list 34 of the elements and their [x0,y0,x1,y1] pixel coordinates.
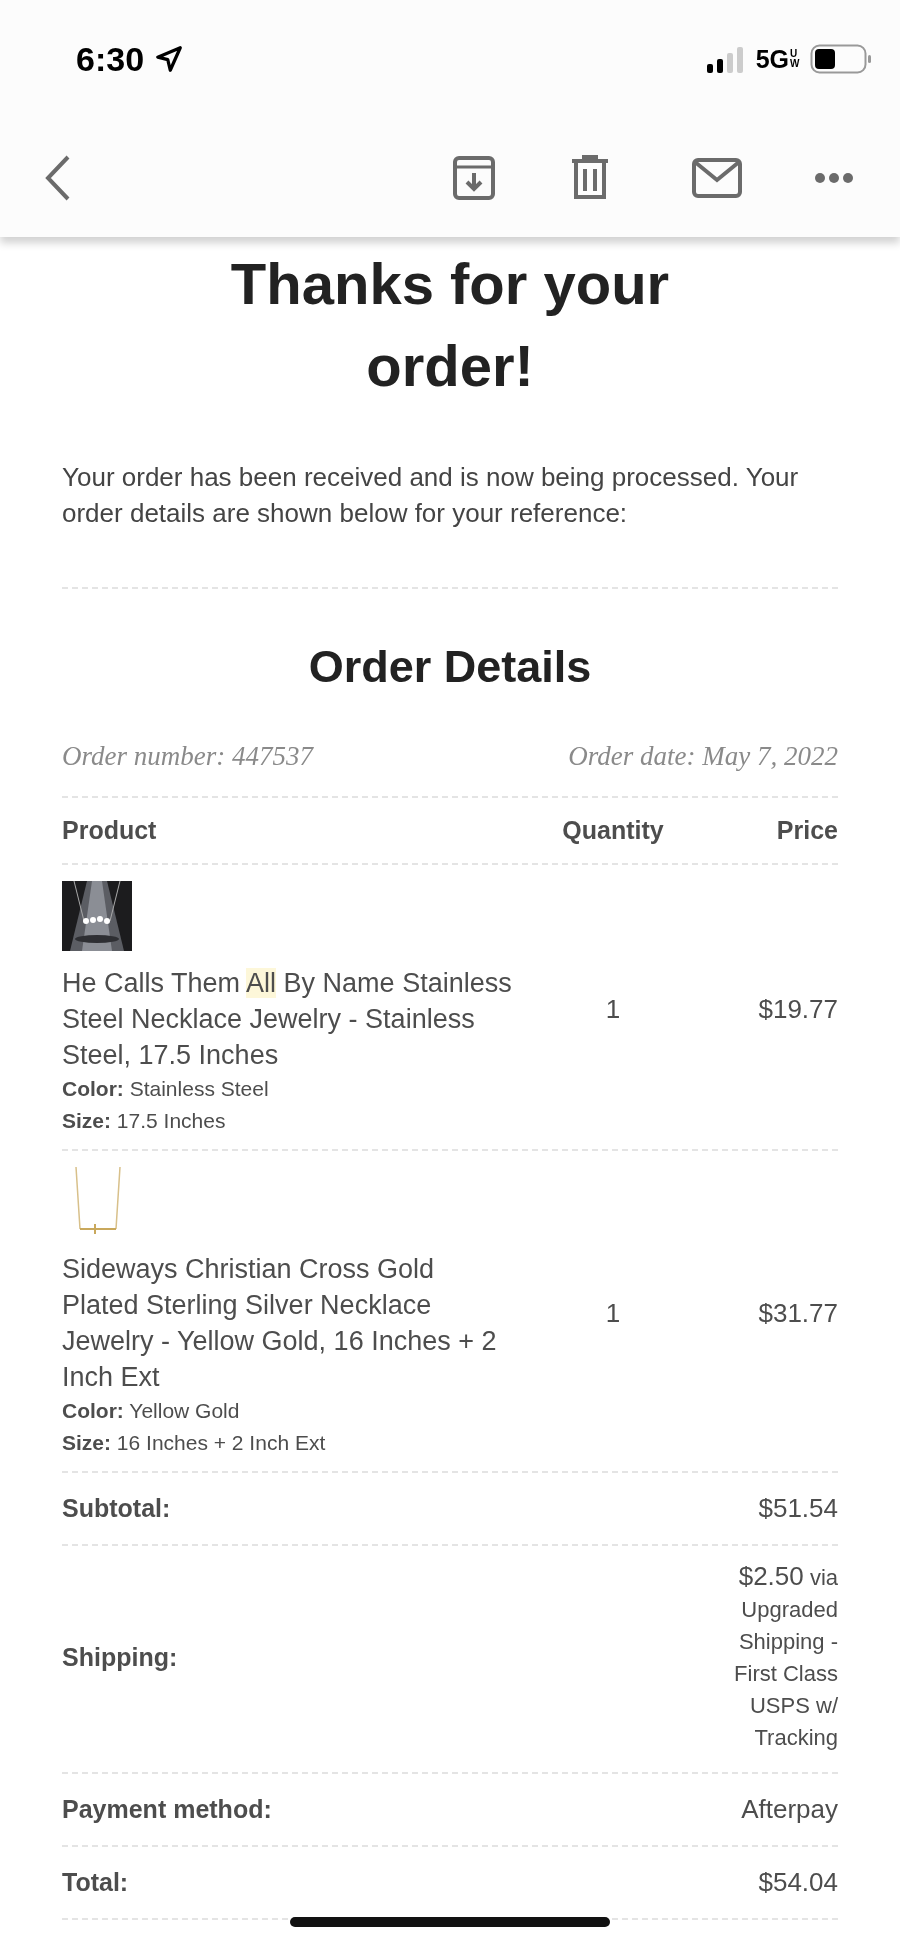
order-date: Order date: May 7, 2022 [568,741,838,772]
product-attribute: Size: 16 Inches + 2 Inch Ext [62,1430,326,1456]
signal-icon [705,44,746,74]
location-arrow-icon [154,44,185,74]
section-title: Order Details [307,640,593,694]
product-attribute: Size: 17.5 Inches [62,1108,226,1134]
total-value: Afterpay [741,1794,838,1825]
page-heading: Thanks for your order! [229,250,671,400]
status-time: 6:30 [76,39,145,79]
product-attribute: Color: Yellow Gold [62,1398,240,1424]
product-attribute: Color: Stainless Steel [62,1076,269,1102]
quantity-cell: 1 [605,993,621,1025]
total-value: $54.04 [758,1867,838,1898]
quantity-cell: 1 [605,1297,621,1329]
shipping-value: $2.50 via Upgraded Shipping - First Class USPS w/ Tracking [733,1560,838,1752]
product-name: Sideways Christian Cross Gold Plated Sterling Silver Necklace Jewelry - Yellow Gold, 16 Inches + 2 Inch Ext [62,1253,498,1394]
trash-icon [570,154,610,201]
column-header: Price [776,816,838,845]
battery-icon [810,43,872,75]
column-header: Product [62,816,157,845]
total-value: $51.54 [758,1493,838,1524]
price-cell: $19.77 [758,993,838,1025]
total-label: Shipping: [62,1642,178,1672]
total-label: Payment method: [62,1795,272,1824]
product-name: He Calls Them All By Name Stainless Steel Necklace Jewelry - Stainless Steel, 17.5 Inches [62,967,513,1072]
mail-icon [692,157,742,198]
more-icon [814,171,854,184]
order-number: Order number: 447537 [62,741,313,772]
total-label: Total: [62,1868,129,1897]
total-label: Subtotal: [62,1494,171,1523]
price-cell: $31.77 [758,1297,838,1329]
archive-icon [452,154,496,201]
column-header: Quantity [562,816,664,845]
intro-text: Your order has been received and is now being processed. Your order details are shown below for your reference: [62,461,800,530]
